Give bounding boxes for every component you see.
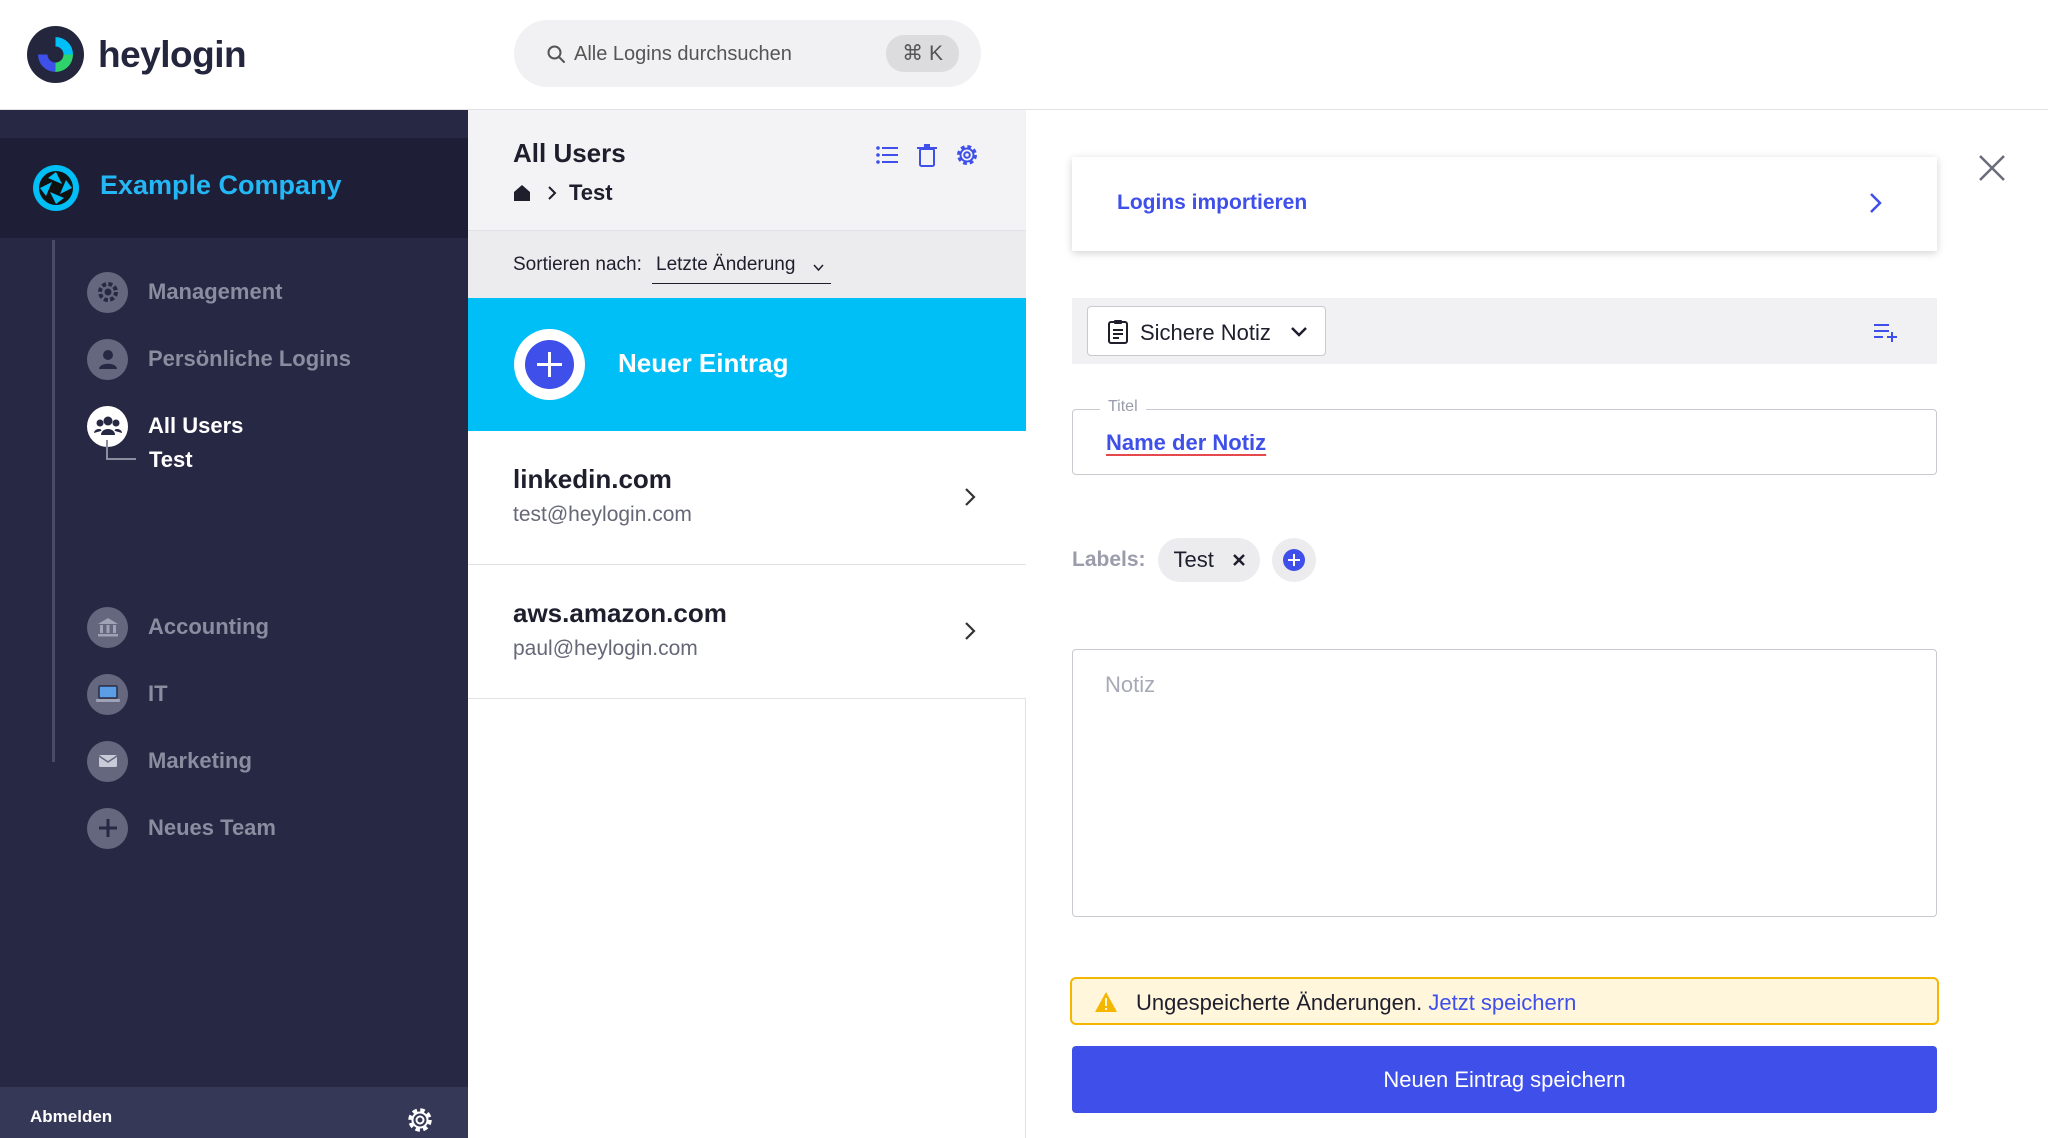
sidebar-item-label: Persönliche Logins <box>148 346 351 371</box>
chevron-down-icon <box>1291 327 1307 337</box>
chevron-right-icon <box>1870 193 1882 213</box>
list-view-icon[interactable] <box>874 142 900 168</box>
import-logins-label: Logins importieren <box>1117 191 1308 214</box>
sort-value: Letzte Änderung <box>656 254 796 275</box>
mail-icon <box>87 740 128 782</box>
title-field-label: Titel <box>1100 398 1146 416</box>
sidebar-item-neues-team[interactable]: Neues Team <box>87 806 276 850</box>
list-item[interactable]: aws.amazon.com paul@heylogin.com <box>468 565 1026 699</box>
list-header: All Users Test <box>468 110 1026 231</box>
plus-icon <box>87 807 128 849</box>
remove-label-icon[interactable] <box>1232 553 1246 567</box>
top-bar: heylogin ⌘ K <box>0 0 2048 110</box>
tree-line <box>52 240 55 762</box>
brand-name: heylogin <box>98 33 247 75</box>
label-chip-text: Test <box>1173 547 1214 572</box>
sidebar: Example Company Management Persönliche L… <box>0 110 468 1138</box>
sidebar-item-management[interactable]: Management <box>87 270 282 314</box>
settings-icon[interactable] <box>954 142 980 168</box>
breadcrumb-current[interactable]: Test <box>569 180 613 206</box>
sort-bar: Sortieren nach: Letzte Änderung <box>468 231 1026 298</box>
warning-message: Ungespeicherte Änderungen. Jetzt speiche… <box>1136 990 1576 1016</box>
search-input[interactable] <box>574 34 874 74</box>
new-entry-button[interactable]: Neuer Eintrag <box>468 298 1026 431</box>
entry-title: aws.amazon.com <box>513 598 727 628</box>
title-input[interactable] <box>1106 426 1886 460</box>
chevron-right-icon <box>965 622 976 640</box>
sidebar-footer: Abmelden <box>0 1087 468 1138</box>
sidebar-item-label: Accounting <box>148 614 269 639</box>
save-entry-button[interactable]: Neuen Eintrag speichern <box>1072 1046 1937 1113</box>
sidebar-item-it[interactable]: IT <box>87 672 168 716</box>
note-textarea[interactable] <box>1072 649 1937 917</box>
company-name: Example Company <box>100 170 342 200</box>
brand[interactable]: heylogin <box>27 26 247 83</box>
sidebar-item-label: Marketing <box>148 748 252 773</box>
add-field-icon[interactable] <box>1873 319 1899 343</box>
chevron-down-icon <box>813 264 825 272</box>
sidebar-subitem-test[interactable]: Test <box>149 447 193 473</box>
title-field: Titel <box>1072 398 1937 475</box>
bank-icon <box>87 606 128 648</box>
gear-icon <box>87 271 128 313</box>
labels-row: Labels: Test <box>1072 538 1316 582</box>
add-label-button[interactable] <box>1271 538 1316 582</box>
warning-icon <box>1095 992 1117 1012</box>
warning-text: Ungespeicherte Änderungen. <box>1136 990 1423 1015</box>
search-icon <box>547 45 565 63</box>
unsaved-changes-banner: Ungespeicherte Änderungen. Jetzt speiche… <box>1070 977 1939 1025</box>
sort-dropdown[interactable]: Letzte Änderung <box>652 248 832 284</box>
new-entry-label: Neuer Eintrag <box>618 348 789 378</box>
note-icon <box>1108 320 1128 344</box>
breadcrumb: Test <box>513 180 613 206</box>
sidebar-item-persoenliche-logins[interactable]: Persönliche Logins <box>87 337 351 381</box>
labels-title: Labels: <box>1072 548 1146 571</box>
import-logins-card[interactable]: Logins importieren <box>1072 157 1937 251</box>
search-bar[interactable]: ⌘ K <box>514 20 981 87</box>
home-icon[interactable] <box>513 184 531 202</box>
company-header[interactable]: Example Company <box>0 138 468 238</box>
company-logo-icon <box>33 165 79 211</box>
tree-connector <box>106 440 136 460</box>
label-chip[interactable]: Test <box>1157 538 1260 582</box>
page-title: All Users <box>513 138 626 168</box>
trash-icon[interactable] <box>914 142 940 168</box>
entry-list-panel: All Users Test Sortieren nach: Letzte Än… <box>468 110 1026 1138</box>
save-now-link[interactable]: Jetzt speichern <box>1428 990 1576 1015</box>
list-item[interactable]: linkedin.com test@heylogin.com <box>468 431 1026 565</box>
entry-subtitle: paul@heylogin.com <box>513 637 698 660</box>
entry-type-label: Sichere Notiz <box>1140 320 1271 345</box>
list-actions <box>874 142 980 168</box>
laptop-icon <box>87 673 128 715</box>
entry-type-bar: Sichere Notiz <box>1072 298 1937 364</box>
plus-icon <box>1282 549 1305 571</box>
search-shortcut-badge: ⌘ K <box>886 35 959 72</box>
sidebar-item-accounting[interactable]: Accounting <box>87 605 269 649</box>
logout-button[interactable]: Abmelden <box>30 1107 112 1127</box>
sidebar-item-marketing[interactable]: Marketing <box>87 739 252 783</box>
sort-label: Sortieren nach: <box>513 254 642 275</box>
entry-title: linkedin.com <box>513 464 672 494</box>
person-icon <box>87 338 128 380</box>
sidebar-item-label: Neues Team <box>148 815 276 840</box>
chevron-right-icon <box>965 488 976 506</box>
sidebar-item-label: Management <box>148 279 283 304</box>
entry-type-dropdown[interactable]: Sichere Notiz <box>1087 306 1326 356</box>
entry-subtitle: test@heylogin.com <box>513 503 692 526</box>
add-circle-icon <box>514 329 585 400</box>
sidebar-item-label: All Users <box>148 413 244 438</box>
close-icon[interactable] <box>1976 152 2008 184</box>
settings-gear-icon[interactable] <box>405 1105 435 1135</box>
sidebar-item-label: IT <box>148 681 168 706</box>
chevron-right-icon <box>548 186 557 200</box>
heylogin-logo-icon <box>27 26 84 83</box>
